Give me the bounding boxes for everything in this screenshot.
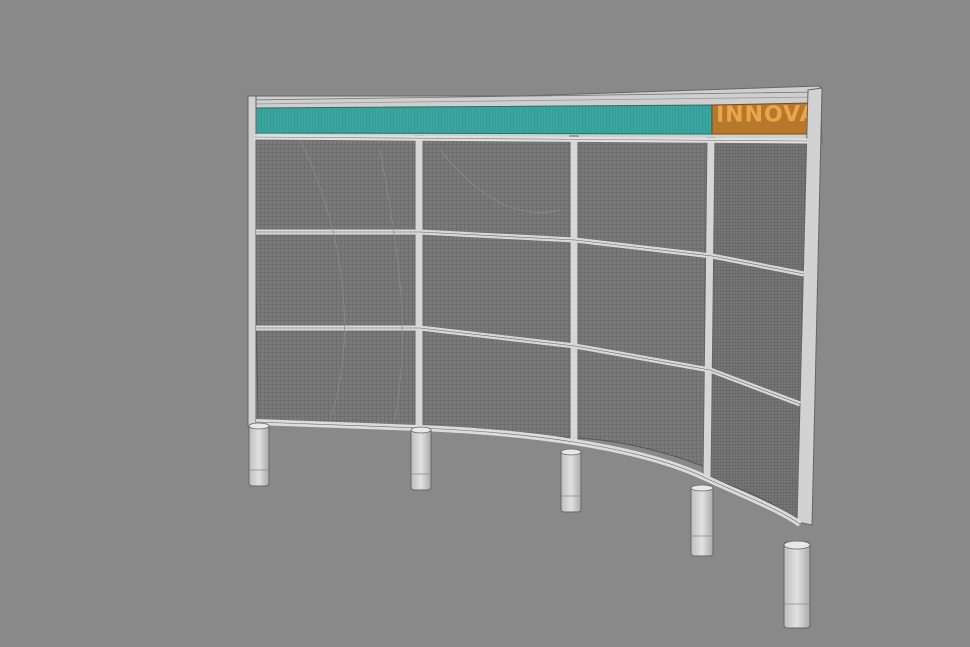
3d-viewport[interactable]: INNOVA bbox=[0, 0, 970, 647]
support-post-1 bbox=[248, 422, 270, 487]
header-band bbox=[253, 104, 713, 135]
support-post-3 bbox=[560, 448, 582, 513]
mesh-panel-right-column bbox=[705, 139, 809, 521]
mullion-2 bbox=[569, 135, 579, 443]
logo-text: INNOVA bbox=[716, 102, 818, 128]
curved-wall-model: INNOVA bbox=[247, 85, 823, 629]
support-post-4 bbox=[690, 484, 714, 557]
support-post-2 bbox=[410, 426, 432, 491]
frame-left-post bbox=[247, 95, 257, 427]
mullion-1 bbox=[414, 135, 424, 433]
support-post-5 bbox=[783, 540, 811, 629]
